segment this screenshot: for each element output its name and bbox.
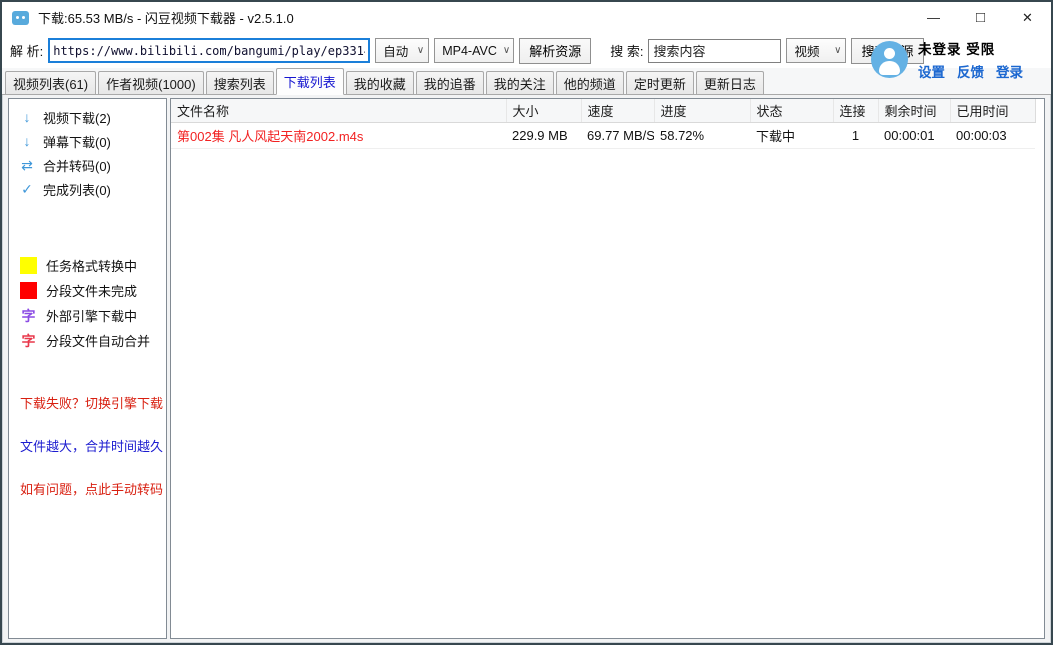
format-select[interactable]: MP4-AVC ∨ — [434, 38, 514, 63]
column-header-connections[interactable]: 连接 — [833, 99, 878, 122]
close-button-icon[interactable]: ✕ — [1004, 2, 1051, 33]
purple-char-icon: 字 — [20, 306, 37, 326]
table-header-row: 文件名称 大小 速度 进度 状态 连接 剩余时间 已用时间 — [171, 99, 1035, 122]
maximize-button-icon[interactable]: □ — [957, 2, 1004, 33]
legend-transcoding: 任务格式转换中 — [9, 253, 166, 278]
legend-segment-incomplete: 分段文件未完成 — [9, 278, 166, 303]
account-area: 未登录 受限 设置 反馈 登录 — [871, 38, 1023, 81]
title-bar: 下载:65.53 MB/s - 闪豆视频下载器 - v2.5.1.0 — □ ✕ — [2, 2, 1051, 33]
sidebar-item-danmaku-download[interactable]: ↓ 弹幕下载(0) — [9, 129, 166, 153]
parse-resource-button[interactable]: 解析资源 — [519, 38, 591, 64]
search-type-value: 视频 — [794, 41, 819, 60]
legend-label: 分段文件未完成 — [46, 281, 137, 300]
sidebar-item-label: 视频下载(2) — [43, 108, 111, 127]
red-swatch-icon — [20, 282, 37, 299]
cell-remaining-time: 00:00:01 — [878, 122, 950, 148]
cell-elapsed-time: 00:00:03 — [950, 122, 1035, 148]
avatar-icon[interactable] — [871, 41, 908, 78]
legend-external-engine: 字 外部引擎下载中 — [9, 303, 166, 328]
chevron-down-icon: ∨ — [503, 45, 510, 56]
app-window: 下载:65.53 MB/s - 闪豆视频下载器 - v2.5.1.0 — □ ✕… — [0, 0, 1053, 645]
mode-select-value: 自动 — [383, 41, 408, 60]
legend-auto-merge: 字 分段文件自动合并 — [9, 328, 166, 353]
yellow-swatch-icon — [20, 257, 37, 274]
sidebar-item-label: 弹幕下载(0) — [43, 132, 111, 151]
cell-size: 229.9 MB — [506, 122, 581, 148]
legend-label: 分段文件自动合并 — [46, 331, 150, 350]
sidebar-item-completed-list[interactable]: ✓ 完成列表(0) — [9, 177, 166, 201]
column-header-remaining-time[interactable]: 剩余时间 — [878, 99, 950, 122]
parse-label: 解 析: — [10, 41, 43, 60]
sidebar-item-video-download[interactable]: ↓ 视频下载(2) — [9, 105, 166, 129]
tab-following[interactable]: 我的关注 — [486, 71, 554, 94]
cell-progress: 58.72% — [654, 122, 750, 148]
content-area: ↓ 视频下载(2) ↓ 弹幕下载(0) ⇄ 合并转码(0) ✓ 完成列表(0) … — [2, 95, 1051, 643]
column-header-progress[interactable]: 进度 — [654, 99, 750, 122]
tab-scheduled-update[interactable]: 定时更新 — [626, 71, 694, 94]
cell-connections: 1 — [833, 122, 878, 148]
status-legend: 任务格式转换中 分段文件未完成 字 外部引擎下载中 字 分段文件自动合并 — [9, 253, 166, 353]
red-char-icon: 字 — [20, 331, 37, 351]
app-icon — [12, 11, 29, 25]
search-label: 搜 索: — [610, 41, 643, 60]
note-merge-time: 文件越大，合并时间越久 — [9, 436, 166, 455]
download-arrow-icon: ↓ — [20, 133, 34, 149]
mode-select[interactable]: 自动 ∨ — [375, 38, 429, 63]
cell-status: 下载中 — [750, 122, 833, 148]
note-switch-engine: 下载失败？切换引擎下载 — [9, 393, 166, 412]
url-input[interactable] — [48, 38, 370, 63]
tab-video-list[interactable]: 视频列表(61) — [5, 71, 96, 94]
tab-favorites[interactable]: 我的收藏 — [346, 71, 414, 94]
check-icon: ✓ — [20, 181, 34, 198]
sidebar-item-merge-transcode[interactable]: ⇄ 合并转码(0) — [9, 153, 166, 177]
chevron-down-icon: ∨ — [834, 45, 841, 56]
tab-changelog[interactable]: 更新日志 — [696, 71, 764, 94]
tab-download-list[interactable]: 下载列表 — [276, 68, 344, 95]
cell-filename: 第002集 凡人风起天南2002.m4s — [171, 122, 506, 148]
column-header-filename[interactable]: 文件名称 — [171, 99, 506, 122]
tab-his-channel[interactable]: 他的频道 — [556, 71, 624, 94]
tab-author-videos[interactable]: 作者视频(1000) — [98, 71, 204, 94]
download-list-panel: 文件名称 大小 速度 进度 状态 连接 剩余时间 已用时间 第002集 凡人风起… — [170, 98, 1045, 639]
legend-label: 任务格式转换中 — [46, 256, 137, 275]
window-title: 下载:65.53 MB/s - 闪豆视频下载器 - v2.5.1.0 — [38, 8, 294, 27]
download-arrow-icon: ↓ — [20, 109, 34, 125]
column-header-size[interactable]: 大小 — [506, 99, 581, 122]
feedback-link[interactable]: 反馈 — [957, 61, 984, 81]
note-manual-transcode[interactable]: 如有问题，点此手动转码 — [9, 479, 166, 498]
column-header-status[interactable]: 状态 — [750, 99, 833, 122]
tab-bangumi[interactable]: 我的追番 — [416, 71, 484, 94]
login-link[interactable]: 登录 — [996, 61, 1023, 81]
minimize-button-icon[interactable]: — — [910, 2, 957, 33]
tab-search-list[interactable]: 搜索列表 — [206, 71, 274, 94]
search-type-select[interactable]: 视频 ∨ — [786, 38, 846, 63]
column-header-elapsed-time[interactable]: 已用时间 — [950, 99, 1035, 122]
column-header-speed[interactable]: 速度 — [581, 99, 654, 122]
window-controls: — □ ✕ — [910, 2, 1051, 33]
legend-label: 外部引擎下载中 — [46, 306, 137, 325]
settings-link[interactable]: 设置 — [918, 61, 945, 81]
login-status: 未登录 受限 — [918, 38, 1023, 58]
sidebar: ↓ 视频下载(2) ↓ 弹幕下载(0) ⇄ 合并转码(0) ✓ 完成列表(0) … — [8, 98, 167, 639]
search-input[interactable] — [648, 39, 781, 63]
sidebar-notes: 下载失败？切换引擎下载 文件越大，合并时间越久 如有问题，点此手动转码 — [9, 393, 166, 498]
table-row[interactable]: 第002集 凡人风起天南2002.m4s 229.9 MB 69.77 MB/S… — [171, 122, 1035, 148]
swap-arrows-icon: ⇄ — [20, 157, 34, 174]
format-select-value: MP4-AVC — [442, 44, 497, 58]
download-table: 文件名称 大小 速度 进度 状态 连接 剩余时间 已用时间 第002集 凡人风起… — [171, 99, 1036, 149]
chevron-down-icon: ∨ — [417, 45, 424, 56]
sidebar-item-label: 完成列表(0) — [43, 180, 111, 199]
sidebar-item-label: 合并转码(0) — [43, 156, 111, 175]
cell-speed: 69.77 MB/S — [581, 122, 654, 148]
